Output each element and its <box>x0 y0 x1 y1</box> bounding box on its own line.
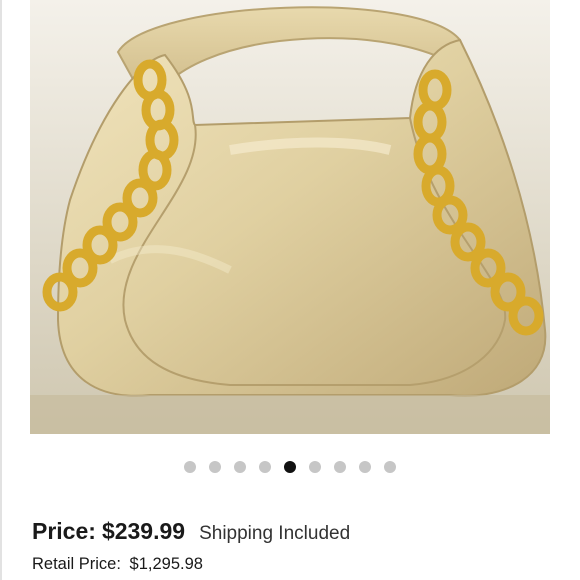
price-value: $239.99 <box>101 518 186 544</box>
retail-price-line: Retail Price: $1,295.98 <box>32 555 203 574</box>
carousel-dot-2[interactable] <box>209 461 221 473</box>
carousel-indicators <box>0 461 580 473</box>
retail-price-value: $1,295.98 <box>129 555 203 573</box>
product-photo[interactable] <box>30 0 550 434</box>
price-label: Price: <box>32 518 96 544</box>
carousel-dot-1[interactable] <box>184 461 196 473</box>
carousel-dot-3[interactable] <box>234 461 246 473</box>
carousel-dot-4[interactable] <box>259 461 271 473</box>
price-line: Price: $239.99 Shipping Included <box>32 518 350 545</box>
carousel-dot-9[interactable] <box>384 461 396 473</box>
carousel-dot-6[interactable] <box>309 461 321 473</box>
retail-price-label: Retail Price: <box>32 555 121 573</box>
carousel-dot-5-active[interactable] <box>284 461 296 473</box>
carousel-dot-8[interactable] <box>359 461 371 473</box>
carousel-dot-7[interactable] <box>334 461 346 473</box>
shipping-note: Shipping Included <box>199 523 351 544</box>
page-left-border <box>0 0 2 580</box>
handbag-image <box>30 0 550 434</box>
